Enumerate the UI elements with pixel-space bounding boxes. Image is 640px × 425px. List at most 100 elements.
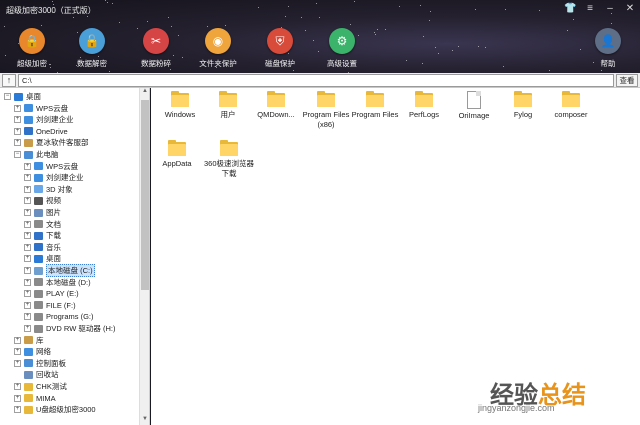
expand-icon[interactable]: + xyxy=(14,383,21,390)
tree-item[interactable]: + 本地磁盘 (C:) xyxy=(24,264,95,277)
tree-item[interactable]: + 网络 xyxy=(14,346,51,357)
shirt-icon[interactable]: 👕 xyxy=(564,3,576,14)
expand-icon[interactable]: + xyxy=(24,243,31,251)
toolbar-button-gear[interactable]: ⚙ 高级设置 xyxy=(312,28,372,69)
tree-item[interactable]: + 本地磁盘 (D:) xyxy=(24,277,91,288)
expand-icon[interactable]: + xyxy=(14,406,21,414)
menu-icon[interactable]: ≡ xyxy=(584,3,596,14)
folder-item[interactable]: AppData xyxy=(151,140,203,169)
expand-icon[interactable]: + xyxy=(14,127,21,135)
tree-item[interactable]: + OneDrive xyxy=(14,126,68,137)
tree-item[interactable]: + 音乐 xyxy=(24,242,61,253)
expand-icon[interactable]: + xyxy=(24,232,31,240)
expand-icon[interactable]: + xyxy=(14,348,21,356)
tree-item-label: 本地磁盘 (D:) xyxy=(46,277,91,287)
tree-item[interactable]: + 库 xyxy=(14,335,44,346)
star-dot xyxy=(288,6,289,7)
expand-icon[interactable]: + xyxy=(24,174,31,182)
cloud-icon xyxy=(24,104,33,113)
toolbar-button-unlock[interactable]: 🔓 数据解密 xyxy=(62,28,122,69)
dvd-icon xyxy=(34,324,43,333)
expand-icon[interactable]: + xyxy=(14,104,21,112)
tree-item[interactable]: + 夏冰软件客服部 xyxy=(14,137,89,148)
folder-item[interactable]: Program Files (x86) xyxy=(300,91,352,130)
folder-item[interactable]: 用户 xyxy=(202,91,254,120)
tree-item[interactable]: + 桌面 xyxy=(24,253,61,264)
star-dot xyxy=(105,0,106,1)
toolbar-label: 高级设置 xyxy=(327,59,357,68)
expand-icon[interactable]: + xyxy=(24,301,31,309)
folder-icon xyxy=(267,91,285,107)
tree-item-label: PLAY (E:) xyxy=(46,289,79,299)
expand-icon[interactable]: + xyxy=(24,313,31,321)
expand-icon[interactable]: + xyxy=(24,162,31,170)
folder-item[interactable]: Program Files xyxy=(349,91,401,120)
expand-icon[interactable]: + xyxy=(14,139,21,147)
drive-icon xyxy=(34,289,43,298)
star-dot xyxy=(112,3,113,4)
tree-item[interactable]: + CHK测试 xyxy=(14,381,67,392)
toolbar-button-user[interactable]: 👤 帮助 xyxy=(578,28,638,69)
expand-icon[interactable]: + xyxy=(24,185,31,193)
tree-item[interactable]: + 刘剑建企业 xyxy=(24,172,84,183)
tree-item[interactable]: + 图片 xyxy=(24,207,61,218)
star-dot xyxy=(420,5,421,6)
expand-icon[interactable]: + xyxy=(24,255,31,263)
tree-item[interactable]: + 文档 xyxy=(24,219,61,230)
tree-item[interactable]: + FILE (F:) xyxy=(24,300,76,311)
drive-icon xyxy=(34,301,43,310)
expand-icon[interactable]: + xyxy=(24,325,31,332)
tree-item[interactable]: − 桌面 xyxy=(4,91,41,102)
tree-item[interactable]: + 视频 xyxy=(24,195,61,206)
tree-item[interactable]: + WPS云盘 xyxy=(24,161,78,172)
network-icon xyxy=(24,347,33,356)
watermark-url: jingyanzongjie.com xyxy=(478,403,555,413)
folder-item[interactable]: Windows xyxy=(154,91,206,120)
toolbar-button-palette[interactable]: ◉ 文件夹保护 xyxy=(188,28,248,69)
expand-icon[interactable]: + xyxy=(24,209,31,216)
expand-icon[interactable]: + xyxy=(14,336,21,344)
address-bar: ↑ 查看 xyxy=(0,73,640,88)
scroll-thumb[interactable] xyxy=(141,100,149,290)
expand-icon[interactable]: + xyxy=(24,290,31,298)
tree-item[interactable]: + DVD RW 驱动器 (H:) xyxy=(24,323,115,334)
tree-item[interactable]: + U盘超级加密3000 xyxy=(14,404,96,415)
tree-item[interactable]: +3D 对象 xyxy=(24,184,73,195)
view-button[interactable]: 查看 xyxy=(616,74,638,87)
tree-item[interactable]: + PLAY (E:) xyxy=(24,288,79,299)
tree-item[interactable]: + Programs (G:) xyxy=(24,311,94,322)
collapse-icon[interactable]: − xyxy=(4,93,11,100)
folder-item[interactable]: PerfLogs xyxy=(398,91,450,120)
close-icon[interactable]: ✕ xyxy=(624,3,636,14)
folder-item[interactable]: 360极速浏览器下载 xyxy=(203,140,255,179)
tree-item[interactable]: + 下载 xyxy=(24,230,61,241)
toolbar-button-lock[interactable]: 🔒 超级加密 xyxy=(2,28,62,69)
scroll-up-icon[interactable]: ▲ xyxy=(140,88,149,97)
tree-item[interactable]: − 此电脑 xyxy=(14,149,59,160)
tree-item[interactable]: + MIMA xyxy=(14,393,56,404)
toolbar-button-shield[interactable]: ⛨ 磁盘保护 xyxy=(250,28,310,69)
tree-item[interactable]: + WPS云盘 xyxy=(14,103,68,114)
tree-scrollbar[interactable]: ▲ ▼ xyxy=(139,88,149,425)
tree-item[interactable]: + 控制面板 xyxy=(14,358,66,369)
expand-icon[interactable]: + xyxy=(14,394,21,402)
expand-icon[interactable]: + xyxy=(24,267,31,274)
tree-item[interactable]: 回收站 xyxy=(14,369,59,380)
expand-icon[interactable]: + xyxy=(14,116,21,124)
expand-icon[interactable]: + xyxy=(24,220,31,228)
expand-icon[interactable]: + xyxy=(14,359,21,367)
path-input[interactable] xyxy=(18,74,614,87)
file-item[interactable]: OriImage xyxy=(448,91,500,121)
folder-item[interactable]: composer xyxy=(545,91,597,120)
folder-item[interactable]: Fylog xyxy=(497,91,549,120)
tree-item-label: FILE (F:) xyxy=(46,300,76,310)
tree-item[interactable]: + 刘剑建企业 xyxy=(14,114,74,125)
minimize-icon[interactable]: – xyxy=(604,3,616,14)
collapse-icon[interactable]: − xyxy=(14,151,21,158)
expand-icon[interactable]: + xyxy=(24,197,31,205)
folder-item[interactable]: QMDown... xyxy=(250,91,302,120)
expand-icon[interactable]: + xyxy=(24,278,31,286)
scroll-down-icon[interactable]: ▼ xyxy=(140,416,149,425)
up-arrow-button[interactable]: ↑ xyxy=(2,74,16,87)
toolbar-button-scissors[interactable]: ✂ 数据粉碎 xyxy=(126,28,186,69)
